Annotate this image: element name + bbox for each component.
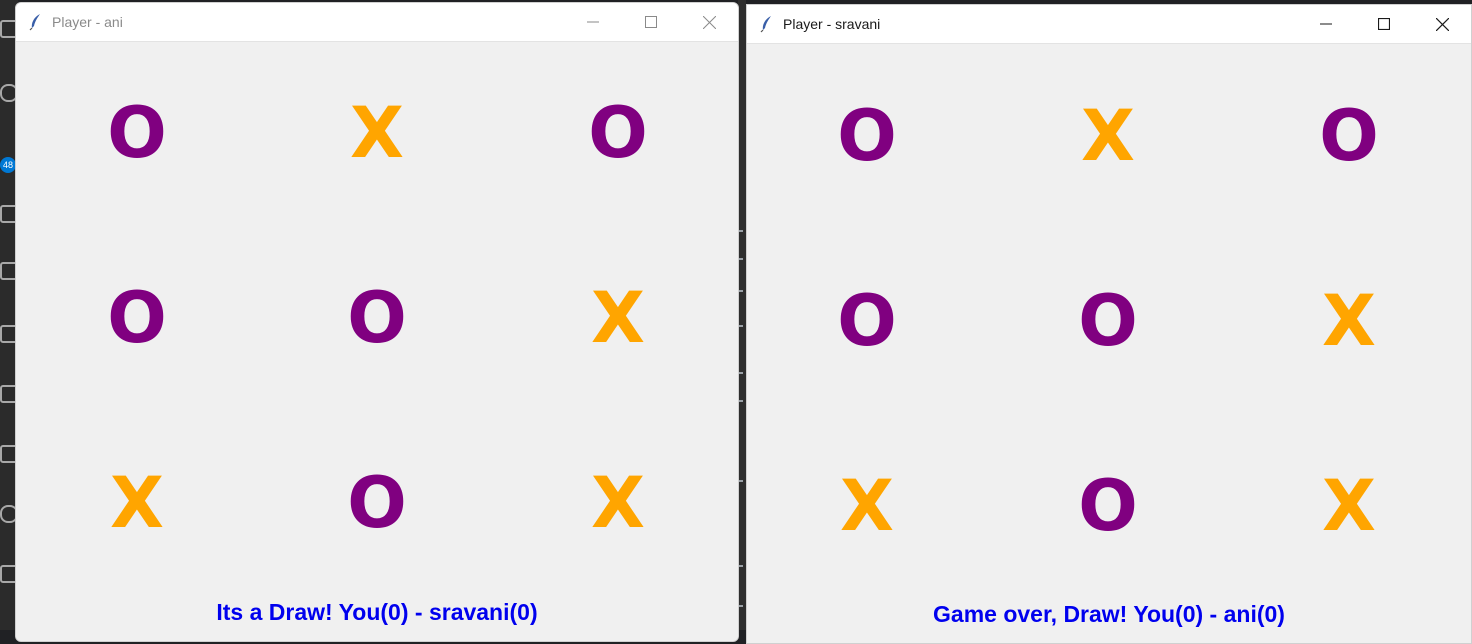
tk-feather-icon <box>759 15 775 33</box>
board-cell[interactable]: O <box>1038 281 1178 361</box>
background-editor-gap <box>738 0 746 630</box>
board-cell[interactable]: X <box>307 93 447 173</box>
board-cell[interactable]: X <box>1279 466 1419 546</box>
board-cell[interactable]: X <box>67 463 207 543</box>
close-icon <box>702 15 716 29</box>
maximize-button[interactable] <box>1355 5 1413 43</box>
game-status: Its a Draw! You(0) - sravani(0) <box>216 599 538 625</box>
board-cell[interactable]: X <box>548 463 688 543</box>
board-cell[interactable]: O <box>548 93 688 173</box>
board-cell[interactable]: O <box>307 463 447 543</box>
maximize-icon <box>645 16 657 28</box>
player-window-ani: Player - ani O X O O O X X O X Its a Dra… <box>15 2 739 642</box>
title-bar: Player - sravani <box>747 5 1471 44</box>
window-title: Player - sravani <box>783 16 881 32</box>
minimize-button[interactable] <box>1297 5 1355 43</box>
window-title: Player - ani <box>52 14 123 30</box>
board-cell[interactable]: O <box>797 96 937 176</box>
close-button[interactable] <box>680 3 738 41</box>
tk-feather-icon <box>28 13 44 31</box>
board-cell[interactable]: O <box>797 281 937 361</box>
board-cell[interactable]: O <box>67 93 207 173</box>
minimize-icon <box>587 21 599 23</box>
board-cell[interactable]: X <box>1038 96 1178 176</box>
maximize-icon <box>1378 18 1390 30</box>
board-cell[interactable]: O <box>67 278 207 358</box>
minimize-icon <box>1320 23 1332 25</box>
game-board: O X O O O X X O X Its a Draw! You(0) - s… <box>16 42 738 641</box>
close-button[interactable] <box>1413 5 1471 43</box>
board-cell[interactable]: X <box>1279 281 1419 361</box>
notification-badge: 48 <box>0 157 16 173</box>
title-bar: Player - ani <box>16 3 738 42</box>
board-cell[interactable]: O <box>307 278 447 358</box>
minimize-button[interactable] <box>564 3 622 41</box>
game-status: Game over, Draw! You(0) - ani(0) <box>933 601 1285 627</box>
maximize-button[interactable] <box>622 3 680 41</box>
board-cell[interactable]: X <box>797 466 937 546</box>
game-board: O X O O O X X O X Game over, Draw! You(0… <box>747 44 1471 643</box>
board-cell[interactable]: O <box>1279 96 1419 176</box>
close-icon <box>1435 17 1449 31</box>
player-window-sravani: Player - sravani O X O O O X X O X Game … <box>746 4 1472 644</box>
board-cell[interactable]: O <box>1038 466 1178 546</box>
board-cell[interactable]: X <box>548 278 688 358</box>
